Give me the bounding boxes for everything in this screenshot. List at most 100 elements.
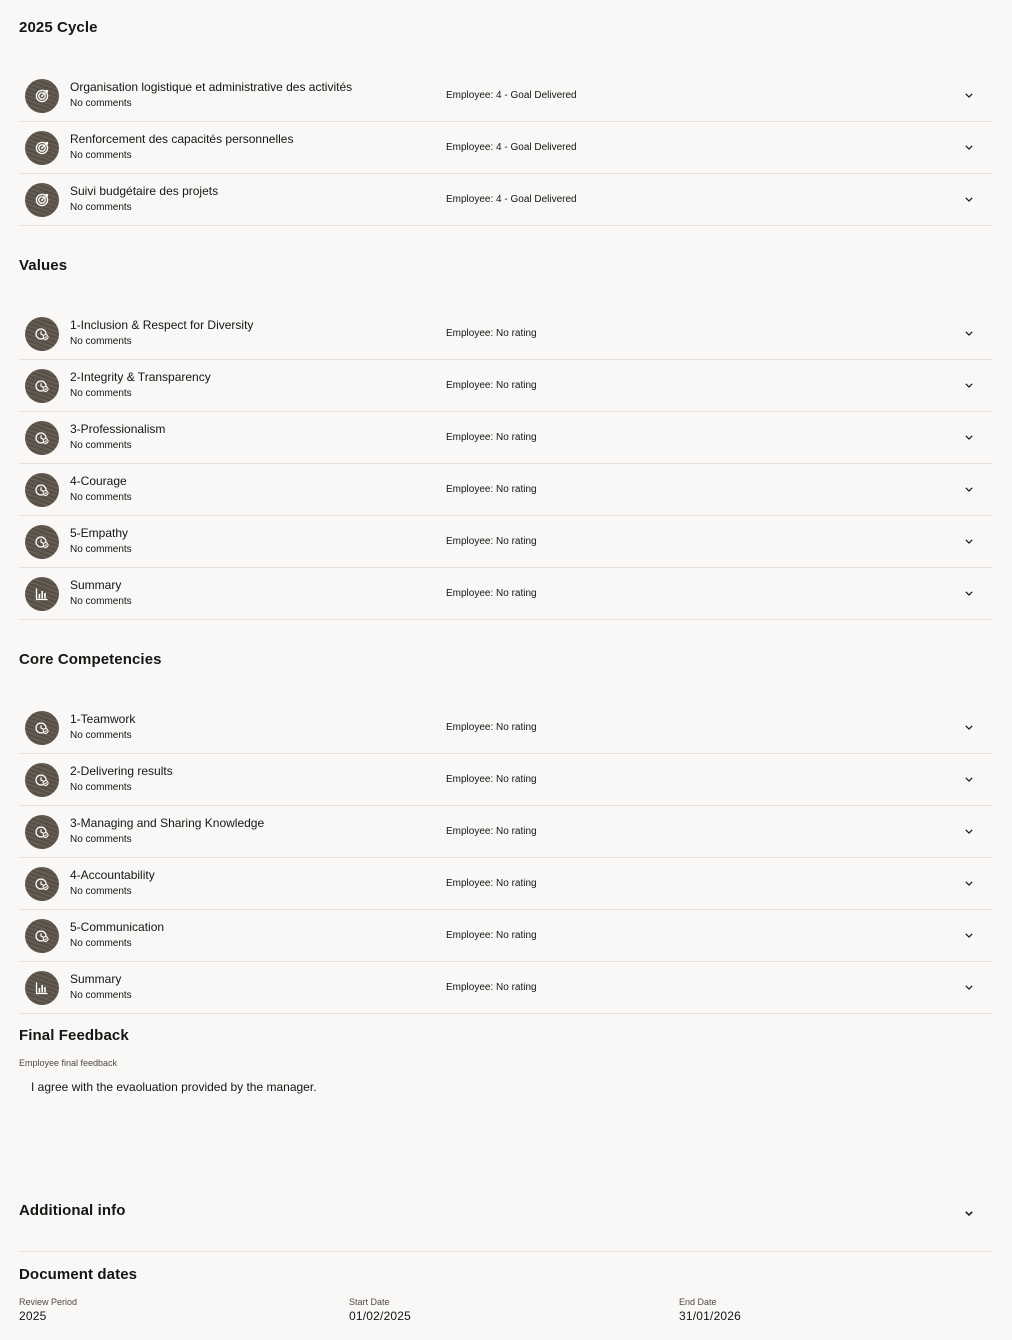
- item-rating: Employee: 4 - Goal Delivered: [446, 90, 577, 101]
- item-title: 5-Empathy: [70, 526, 129, 540]
- summary-chart-icon: [25, 971, 59, 1005]
- section-title-values: Values: [19, 257, 68, 274]
- section-title-additional-info: Additional info: [19, 1202, 126, 1219]
- item-title: 4-Accountability: [70, 868, 155, 882]
- item-title: Renforcement des capacités personnelles: [70, 132, 294, 146]
- chevron-down-icon[interactable]: [964, 877, 974, 889]
- chevron-down-icon[interactable]: [964, 981, 974, 993]
- chevron-down-icon[interactable]: [964, 327, 974, 339]
- item-comments: No comments: [70, 202, 132, 213]
- item-rating: Employee: No rating: [446, 432, 537, 443]
- item-title: 5-Communication: [70, 920, 165, 934]
- chevron-down-icon[interactable]: [964, 721, 974, 733]
- list-item[interactable]: 1-Teamwork No comments Employee: No rating: [19, 702, 992, 754]
- end-date-value: 31/01/2026: [679, 1309, 742, 1323]
- item-rating: Employee: No rating: [446, 878, 537, 889]
- list-item[interactable]: 2-Delivering results No comments Employee:…: [19, 754, 992, 806]
- chevron-down-icon[interactable]: [964, 1207, 974, 1219]
- competency-icon: [25, 525, 59, 559]
- chevron-down-icon[interactable]: [964, 773, 974, 785]
- item-rating: Employee: No rating: [446, 826, 537, 837]
- competency-icon: [25, 815, 59, 849]
- goal-icon: [25, 131, 59, 165]
- section-title-document-dates: Document dates: [19, 1266, 138, 1283]
- item-comments: No comments: [70, 834, 132, 845]
- start-date-value: 01/02/2025: [349, 1309, 412, 1323]
- list-item[interactable]: Renforcement des capacités personnelles N…: [19, 122, 992, 174]
- chevron-down-icon[interactable]: [964, 825, 974, 837]
- competency-icon: [25, 711, 59, 745]
- chevron-down-icon[interactable]: [964, 379, 974, 391]
- chevron-down-icon[interactable]: [964, 587, 974, 599]
- final-feedback-label: Employee final feedback: [19, 1058, 118, 1068]
- item-comments: No comments: [70, 336, 132, 347]
- item-rating: Employee: 4 - Goal Delivered: [446, 142, 577, 153]
- item-comments: No comments: [70, 492, 132, 503]
- competency-icon: [25, 919, 59, 953]
- item-rating: Employee: No rating: [446, 484, 537, 495]
- chevron-down-icon[interactable]: [964, 535, 974, 547]
- item-title: 2-Delivering results: [70, 764, 173, 778]
- chevron-down-icon[interactable]: [964, 431, 974, 443]
- item-title: 3-Managing and Sharing Knowledge: [70, 816, 265, 830]
- list-item[interactable]: Summary No comments Employee: No rating: [19, 962, 992, 1014]
- item-title: 2-Integrity & Transparency: [70, 370, 211, 384]
- competency-icon: [25, 421, 59, 455]
- core-competencies-list: 1-Teamwork No comments Employee: No rating…: [19, 702, 992, 1014]
- list-item[interactable]: 5-Communication No comments Employee: No r…: [19, 910, 992, 962]
- review-period-value: 2025: [19, 1309, 47, 1323]
- list-item[interactable]: 5-Empathy No comments Employee: No rating: [19, 516, 992, 568]
- goal-icon: [25, 183, 59, 217]
- chevron-down-icon[interactable]: [964, 141, 974, 153]
- list-item[interactable]: Suivi budgétaire des projets No comments E…: [19, 174, 992, 226]
- additional-info-toggle[interactable]: Additional info: [19, 1196, 992, 1252]
- item-rating: Employee: No rating: [446, 774, 537, 785]
- item-rating: Employee: No rating: [446, 328, 537, 339]
- competency-icon: [25, 867, 59, 901]
- chevron-down-icon[interactable]: [964, 929, 974, 941]
- final-feedback-text: I agree with the evaoluation provided by…: [31, 1080, 317, 1094]
- review-period-label: Review Period: [19, 1297, 78, 1307]
- item-title: 3-Professionalism: [70, 422, 166, 436]
- list-item[interactable]: Organisation logistique et administrativ…: [19, 70, 992, 122]
- item-title: Suivi budgétaire des projets: [70, 184, 219, 198]
- chevron-down-icon[interactable]: [964, 89, 974, 101]
- item-comments: No comments: [70, 782, 132, 793]
- list-item[interactable]: 4-Courage No comments Employee: No rating: [19, 464, 992, 516]
- values-list: 1-Inclusion & Respect for Diversity No co…: [19, 308, 992, 620]
- competency-icon: [25, 763, 59, 797]
- section-title-cycle: 2025 Cycle: [19, 19, 98, 36]
- item-title: 1-Inclusion & Respect for Diversity: [70, 318, 254, 332]
- list-item[interactable]: 2-Integrity & Transparency No comments Emp…: [19, 360, 992, 412]
- item-rating: Employee: 4 - Goal Delivered: [446, 194, 577, 205]
- end-date-label: End Date: [679, 1297, 717, 1307]
- summary-chart-icon: [25, 577, 59, 611]
- list-item[interactable]: 4-Accountability No comments Employee: No …: [19, 858, 992, 910]
- item-comments: No comments: [70, 596, 132, 607]
- chevron-down-icon[interactable]: [964, 483, 974, 495]
- list-item[interactable]: Summary No comments Employee: No rating: [19, 568, 992, 620]
- section-title-core-competencies: Core Competencies: [19, 651, 162, 668]
- item-rating: Employee: No rating: [446, 982, 537, 993]
- item-rating: Employee: No rating: [446, 536, 537, 547]
- list-item[interactable]: 1-Inclusion & Respect for Diversity No co…: [19, 308, 992, 360]
- item-title: 4-Courage: [70, 474, 127, 488]
- item-title: Summary: [70, 972, 122, 986]
- item-rating: Employee: No rating: [446, 722, 537, 733]
- cycle-list: Organisation logistique et administrativ…: [19, 70, 992, 226]
- item-comments: No comments: [70, 938, 132, 949]
- item-title: 1-Teamwork: [70, 712, 136, 726]
- list-item[interactable]: 3-Managing and Sharing Knowledge No comme…: [19, 806, 992, 858]
- item-rating: Employee: No rating: [446, 380, 537, 391]
- item-comments: No comments: [70, 388, 132, 399]
- item-title: Organisation logistique et administrativ…: [70, 80, 353, 94]
- item-comments: No comments: [70, 886, 132, 897]
- chevron-down-icon[interactable]: [964, 193, 974, 205]
- section-title-final-feedback: Final Feedback: [19, 1027, 129, 1044]
- item-comments: No comments: [70, 150, 132, 161]
- competency-icon: [25, 473, 59, 507]
- competency-icon: [25, 317, 59, 351]
- list-item[interactable]: 3-Professionalism No comments Employee: No…: [19, 412, 992, 464]
- item-comments: No comments: [70, 990, 132, 1001]
- start-date-label: Start Date: [349, 1297, 390, 1307]
